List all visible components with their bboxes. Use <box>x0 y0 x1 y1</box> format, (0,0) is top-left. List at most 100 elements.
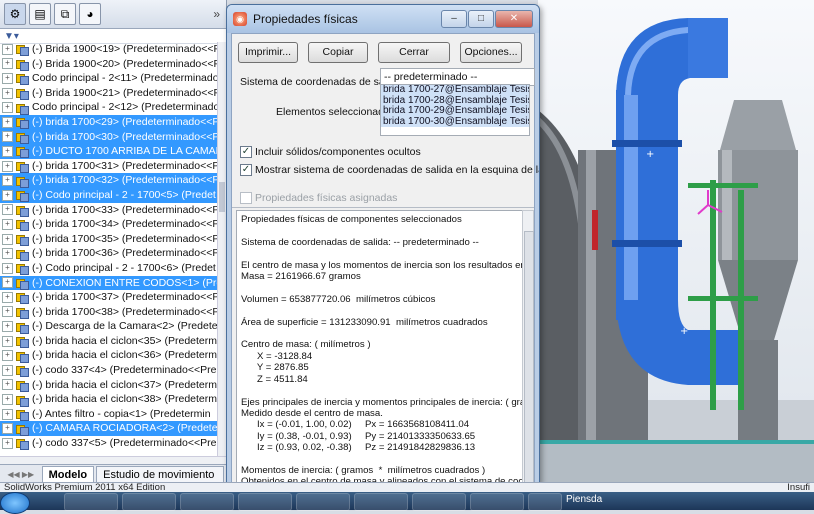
list-item[interactable]: brida 1700-30@Ensamblaje Tesis <box>381 116 529 127</box>
expand-icon[interactable]: + <box>2 218 13 230</box>
tree-item[interactable]: + (-) brida 1700<34> (Predeterminado<<P <box>0 217 226 232</box>
expand-icon[interactable]: + <box>2 233 13 245</box>
media-taskbar-icon[interactable] <box>354 493 408 511</box>
solidworks-taskbar-icon[interactable] <box>528 493 562 511</box>
expand-icon[interactable]: + <box>2 175 13 187</box>
tree-item[interactable]: + (-) CONEXION ENTRE CODOS<1> (Pred <box>0 275 226 291</box>
tree-item[interactable]: + (-) Brida 1900<20> (Predeterminado<<P <box>0 57 226 72</box>
tree-item[interactable]: + (-) brida 1700<36> (Predeterminado<<P <box>0 246 226 261</box>
copy-button[interactable]: Copiar <box>308 42 368 63</box>
tree-item[interactable]: + (-) brida 1700<37> (Predeterminado<<P <box>0 290 226 305</box>
start-button-icon[interactable] <box>0 492 30 514</box>
list-item[interactable]: brida 1700-29@Ensamblaje Tesis <box>381 105 529 117</box>
close-button[interactable]: Cerrar <box>378 42 450 63</box>
messenger-taskbar-icon[interactable] <box>470 493 524 511</box>
expand-icon[interactable]: + <box>2 277 13 289</box>
print-button[interactable]: Imprimir... <box>238 42 298 63</box>
tree-item-label: (-) brida hacia el ciclon<35> (Predeterm <box>32 334 218 347</box>
tree-item[interactable]: + (-) codo 337<5> (Predeterminado<<Pre <box>0 436 226 451</box>
list-item[interactable]: brida 1700-27@Ensamblaje Tesis <box>381 85 529 96</box>
tree-item[interactable]: + (-) DUCTO 1700 ARRIBA DE LA CAMARA <box>0 144 226 159</box>
tree-item[interactable]: + (-) brida hacia el ciclon<36> (Predeter… <box>0 348 226 363</box>
expand-icon[interactable]: + <box>2 116 13 128</box>
tree-item[interactable]: + (-) Brida 1900<19> (Predeterminado<<P <box>0 42 226 57</box>
tree-item[interactable]: + (-) brida hacia el ciclon<35> (Predeter… <box>0 334 226 349</box>
tree-item[interactable]: + (-) Antes filtro - copia<1> (Predetermi… <box>0 407 226 422</box>
tree-item[interactable]: + (-) brida 1700<29> (Predeterminado<<P <box>0 114 226 130</box>
expand-icon[interactable]: + <box>2 291 13 303</box>
tree-item[interactable]: + (-) Brida 1900<21> (Predeterminado<<P <box>0 86 226 101</box>
tree-vertical-scrollbar[interactable] <box>217 42 226 456</box>
tree-item[interactable]: + Codo principal - 2<12> (Predeterminado <box>0 100 226 115</box>
tree-item[interactable]: + (-) brida 1700<33> (Predeterminado<<P <box>0 203 226 218</box>
expand-icon[interactable]: + <box>2 72 13 84</box>
pdf-taskbar-icon[interactable] <box>412 493 466 511</box>
close-icon[interactable]: ✕ <box>495 10 533 28</box>
minimize-icon[interactable]: – <box>441 10 467 28</box>
tree-item[interactable]: + (-) brida 1700<35> (Predeterminado<<P <box>0 232 226 247</box>
appearance-manager-icon[interactable]: ◕ <box>79 3 101 25</box>
property-manager-icon[interactable]: ▤ <box>29 3 51 25</box>
browser-taskbar-icon[interactable] <box>180 493 234 511</box>
tree-item[interactable]: + (-) Codo principal - 2 - 1700<5> (Prede… <box>0 187 226 203</box>
include-hidden-checkbox[interactable]: ✓ Incluir sólidos/componentes ocultos <box>240 146 421 158</box>
component-icon <box>15 364 29 378</box>
expand-icon[interactable]: + <box>2 379 13 391</box>
expand-icon[interactable]: + <box>2 321 13 333</box>
expand-icon[interactable]: + <box>2 350 13 362</box>
dialog-title-bar[interactable]: ◉ Propiedades físicas – □ ✕ <box>227 5 539 33</box>
tree-item[interactable]: + (-) Codo principal - 2 - 1700<6> (Prede… <box>0 261 226 276</box>
paint-taskbar-icon[interactable] <box>122 493 176 511</box>
tree-item[interactable]: + (-) brida 1700<32> (Predeterminado<<P <box>0 173 226 188</box>
expand-icon[interactable]: + <box>2 262 13 274</box>
results-scrollbar[interactable] <box>522 210 534 483</box>
tab-modelo[interactable]: Modelo <box>41 465 95 482</box>
expand-icon[interactable]: + <box>2 131 13 143</box>
explorer-taskbar-icon[interactable] <box>64 493 118 511</box>
tree-item[interactable]: + (-) CAMARA ROCIADORA<2> (Predeterm <box>0 421 226 437</box>
expand-icon[interactable]: + <box>2 248 13 260</box>
expand-icon[interactable]: + <box>2 364 13 376</box>
expand-icon[interactable]: + <box>2 43 13 55</box>
tree-item[interactable]: + (-) codo 337<4> (Predeterminado<<Pre <box>0 363 226 378</box>
expand-icon[interactable]: + <box>2 306 13 318</box>
expand-icon[interactable]: + <box>2 335 13 347</box>
scroll-thumb[interactable] <box>219 182 225 212</box>
word-taskbar-icon[interactable] <box>238 493 292 511</box>
expand-icon[interactable]: + <box>2 437 13 449</box>
scroll-thumb[interactable] <box>524 231 534 483</box>
filter-icon[interactable]: ▼▾ <box>4 31 19 42</box>
options-button[interactable]: Opciones... <box>460 42 522 63</box>
expand-icon[interactable]: + <box>2 102 13 114</box>
expand-panel-icon[interactable]: » <box>213 7 220 21</box>
expand-icon[interactable]: + <box>2 423 13 435</box>
show-coord-checkbox[interactable]: ✓ Mostrar sistema de coordenadas de sali… <box>240 164 539 176</box>
expand-icon[interactable]: + <box>2 145 13 157</box>
feature-manager-icon[interactable]: ⚙ <box>4 3 26 25</box>
tree-item[interactable]: + (-) Descarga de la Camara<2> (Predeter <box>0 319 226 334</box>
tab-motion-study[interactable]: Estudio de movimiento 1 <box>96 465 224 482</box>
expand-icon[interactable]: + <box>2 408 13 420</box>
assigned-props-checkbox[interactable]: Propiedades físicas asignadas <box>240 192 397 204</box>
graphics-viewport[interactable]: + + <box>538 0 814 482</box>
expand-icon[interactable]: + <box>2 204 13 216</box>
expand-icon[interactable]: + <box>2 394 13 406</box>
tree-item[interactable]: + (-) brida 1700<31> (Predeterminado<<P <box>0 159 226 174</box>
expand-icon[interactable]: + <box>2 189 13 201</box>
tree-item[interactable]: + (-) brida hacia el ciclon<37> (Predeter… <box>0 378 226 393</box>
expand-icon[interactable]: + <box>2 87 13 99</box>
expand-icon[interactable]: + <box>2 58 13 70</box>
tree-item-label: (-) CAMARA ROCIADORA<2> (Predeterm <box>32 422 226 435</box>
tree-item[interactable]: + (-) brida 1700<30> (Predeterminado<<P <box>0 129 226 145</box>
expand-icon[interactable]: + <box>2 160 13 172</box>
selected-items-list[interactable]: brida 1700-27@Ensamblaje Tesis brida 170… <box>380 84 530 136</box>
chrome-taskbar-icon[interactable] <box>296 493 350 511</box>
results-text-area[interactable]: Propiedades físicas de componentes selec… <box>236 210 524 483</box>
tree-item[interactable]: + Codo principal - 2<11> (Predeterminado <box>0 71 226 86</box>
tree-item[interactable]: + (-) brida 1700<38> (Predeterminado<<P <box>0 305 226 320</box>
tree-item[interactable]: + (-) brida hacia el ciclon<38> (Predeter… <box>0 392 226 407</box>
tab-nav-arrows-icon[interactable]: ◀◀ ▶▶ <box>0 470 42 479</box>
component-icon <box>15 145 29 159</box>
configuration-manager-icon[interactable]: ⧉ <box>54 3 76 25</box>
maximize-icon[interactable]: □ <box>468 10 494 28</box>
